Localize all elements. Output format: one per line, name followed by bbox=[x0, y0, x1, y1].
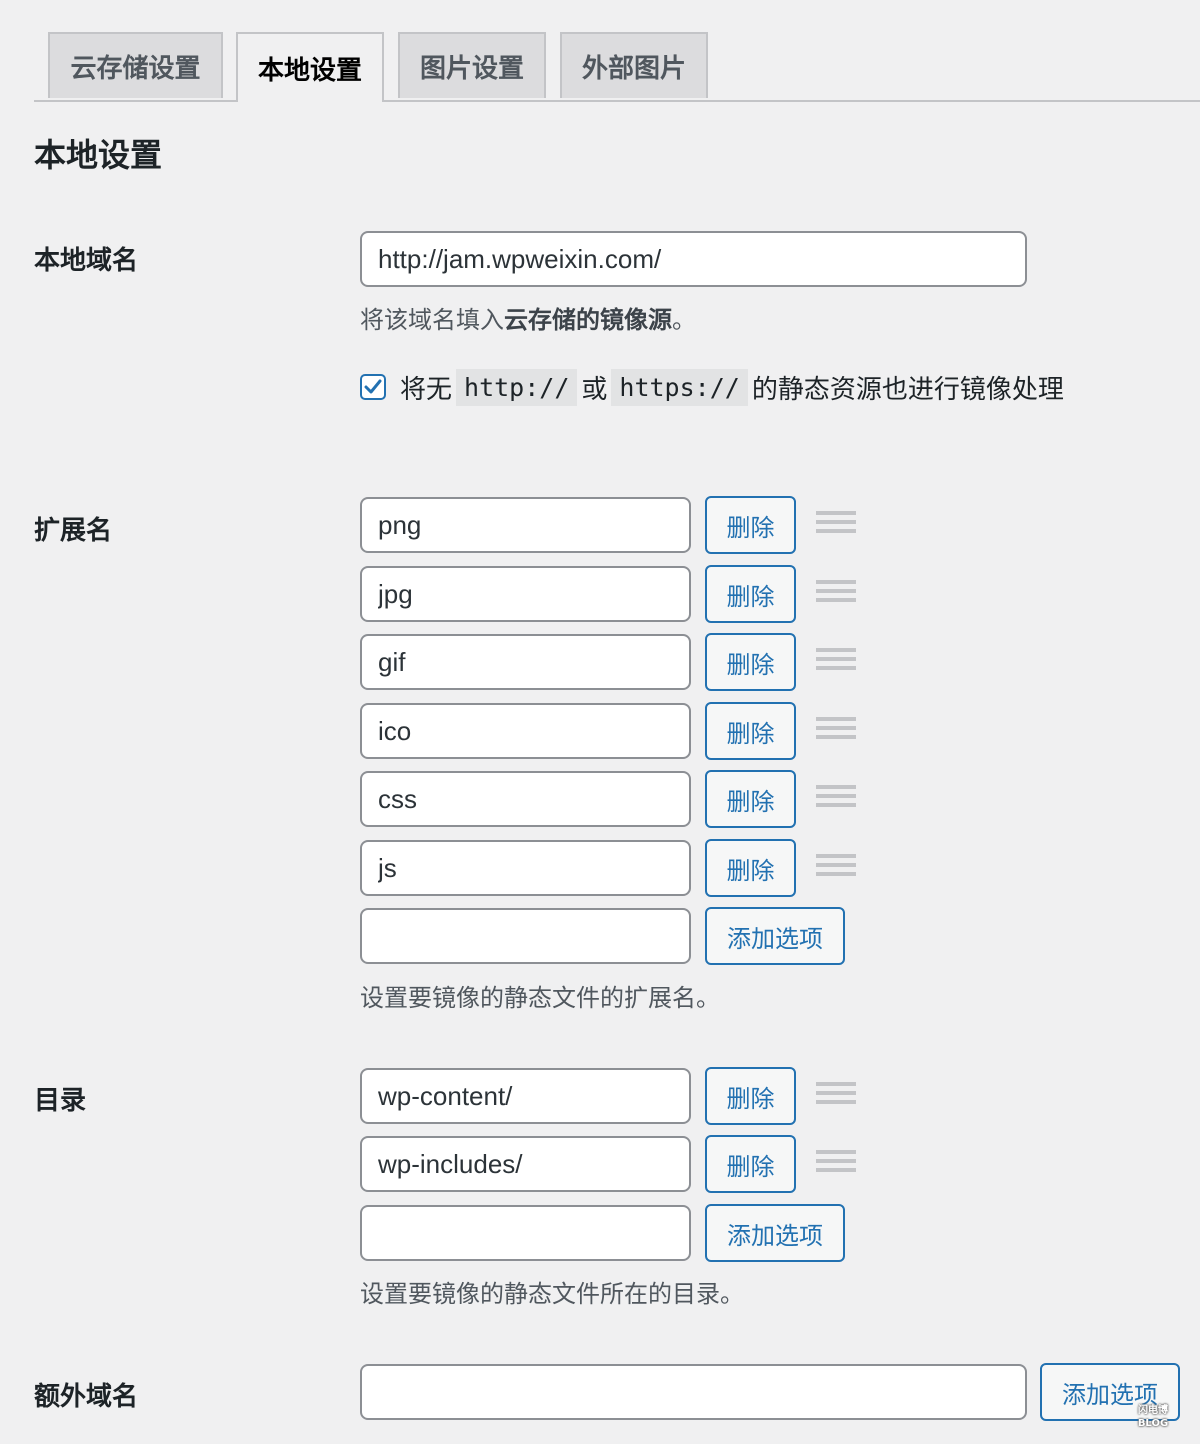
checkbox-text-mid: 或 bbox=[581, 374, 608, 405]
directory-input-wp-includes[interactable] bbox=[360, 1136, 691, 1192]
extension-input-js[interactable] bbox=[360, 840, 691, 896]
directory-input-wp-content[interactable] bbox=[360, 1068, 691, 1124]
extra-domains-label: 额外域名 bbox=[34, 1382, 139, 1412]
extension-new-input[interactable] bbox=[360, 908, 691, 964]
local-domain-description-suffix: 。 bbox=[672, 306, 696, 334]
code-https: https:// bbox=[611, 368, 748, 406]
local-domain-description-prefix: 将该域名填入 bbox=[360, 306, 504, 334]
directories-description: 设置要镜像的静态文件所在的目录。 bbox=[360, 1280, 744, 1308]
tab-cloud-storage[interactable]: 云存储设置 bbox=[48, 32, 223, 98]
delete-extension-jpg-button[interactable]: 删除 bbox=[705, 565, 796, 623]
drag-handle-icon[interactable] bbox=[816, 580, 856, 610]
section-title: 本地设置 bbox=[34, 136, 163, 174]
checkbox-text-after: 的静态资源也进行镜像处理 bbox=[751, 374, 1064, 405]
local-domain-label: 本地域名 bbox=[34, 246, 139, 276]
delete-directory-wp-content-button[interactable]: 删除 bbox=[705, 1067, 796, 1125]
checkmark-icon bbox=[364, 379, 382, 394]
extension-input-css[interactable] bbox=[360, 771, 691, 827]
extensions-label: 扩展名 bbox=[34, 516, 113, 546]
tab-external-images[interactable]: 外部图片 bbox=[560, 32, 708, 98]
extension-input-png[interactable] bbox=[360, 497, 691, 553]
add-directory-button[interactable]: 添加选项 bbox=[705, 1204, 845, 1262]
extension-input-ico[interactable] bbox=[360, 703, 691, 759]
drag-handle-icon[interactable] bbox=[816, 785, 856, 815]
drag-handle-icon[interactable] bbox=[816, 854, 856, 884]
settings-tabs: 云存储设置 本地设置 图片设置 外部图片 bbox=[34, 32, 1200, 102]
drag-handle-icon[interactable] bbox=[816, 1082, 856, 1112]
drag-handle-icon[interactable] bbox=[816, 717, 856, 747]
mirror-no-protocol-option: 将无 http:// 或 https:// 的静态资源也进行镜像处理 bbox=[360, 366, 1064, 408]
checkbox-text-before: 将无 bbox=[400, 374, 453, 405]
local-domain-input[interactable] bbox=[360, 231, 1027, 287]
extension-input-gif[interactable] bbox=[360, 634, 691, 690]
add-extension-button[interactable]: 添加选项 bbox=[705, 907, 845, 965]
mirror-no-protocol-checkbox[interactable] bbox=[360, 374, 386, 400]
extra-domain-input[interactable] bbox=[360, 1364, 1027, 1420]
drag-handle-icon[interactable] bbox=[816, 1150, 856, 1180]
tab-image-settings[interactable]: 图片设置 bbox=[398, 32, 546, 98]
delete-extension-css-button[interactable]: 删除 bbox=[705, 770, 796, 828]
extension-input-jpg[interactable] bbox=[360, 566, 691, 622]
drag-handle-icon[interactable] bbox=[816, 511, 856, 541]
directory-new-input[interactable] bbox=[360, 1205, 691, 1261]
directories-label: 目录 bbox=[34, 1086, 87, 1116]
drag-handle-icon[interactable] bbox=[816, 648, 856, 678]
extensions-description: 设置要镜像的静态文件的扩展名。 bbox=[360, 984, 720, 1012]
delete-extension-gif-button[interactable]: 删除 bbox=[705, 633, 796, 691]
local-domain-description: 将该域名填入云存储的镜像源。 bbox=[360, 300, 696, 335]
tab-local-settings[interactable]: 本地设置 bbox=[236, 32, 384, 102]
local-domain-description-emphasis: 云存储的镜像源 bbox=[504, 306, 672, 334]
delete-extension-ico-button[interactable]: 删除 bbox=[705, 702, 796, 760]
code-http: http:// bbox=[456, 368, 578, 406]
delete-directory-wp-includes-button[interactable]: 删除 bbox=[705, 1135, 796, 1193]
delete-extension-png-button[interactable]: 删除 bbox=[705, 496, 796, 554]
delete-extension-js-button[interactable]: 删除 bbox=[705, 839, 796, 897]
add-extra-domain-button[interactable]: 添加选项 bbox=[1040, 1363, 1180, 1421]
